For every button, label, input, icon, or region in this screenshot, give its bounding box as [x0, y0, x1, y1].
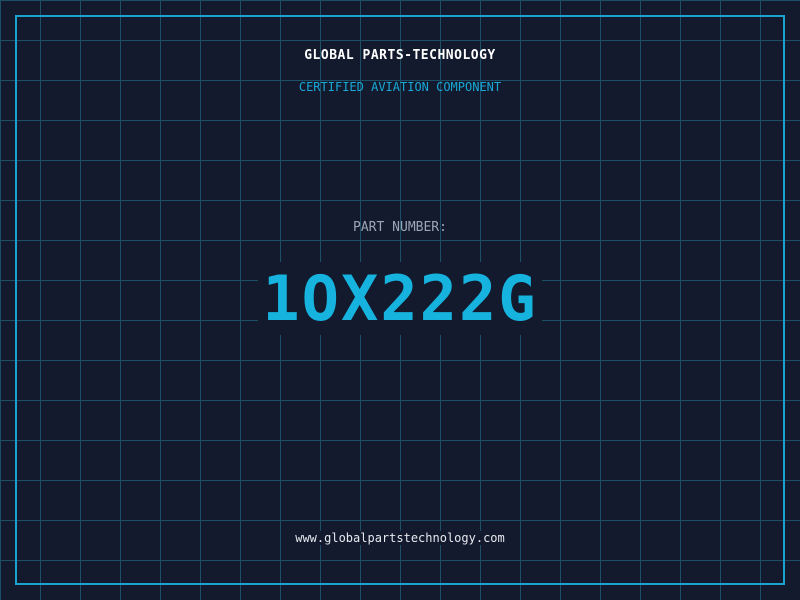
website-url-text[interactable]: www.globalpartstechnology.com — [292, 531, 508, 545]
part-number-value: 1OX222G — [0, 262, 800, 336]
label-card: GLOBAL PARTS-TECHNOLOGY CERTIFIED AVIATI… — [0, 0, 800, 600]
certification-subtitle: CERTIFIED AVIATION COMPONENT — [298, 80, 502, 94]
part-number-label: PART NUMBER: — [353, 220, 447, 235]
website-url[interactable]: www.globalpartstechnology.com — [0, 531, 800, 545]
company-name: GLOBAL PARTS-TECHNOLOGY — [304, 48, 496, 63]
part-number-text: 1OX222G — [258, 262, 542, 335]
